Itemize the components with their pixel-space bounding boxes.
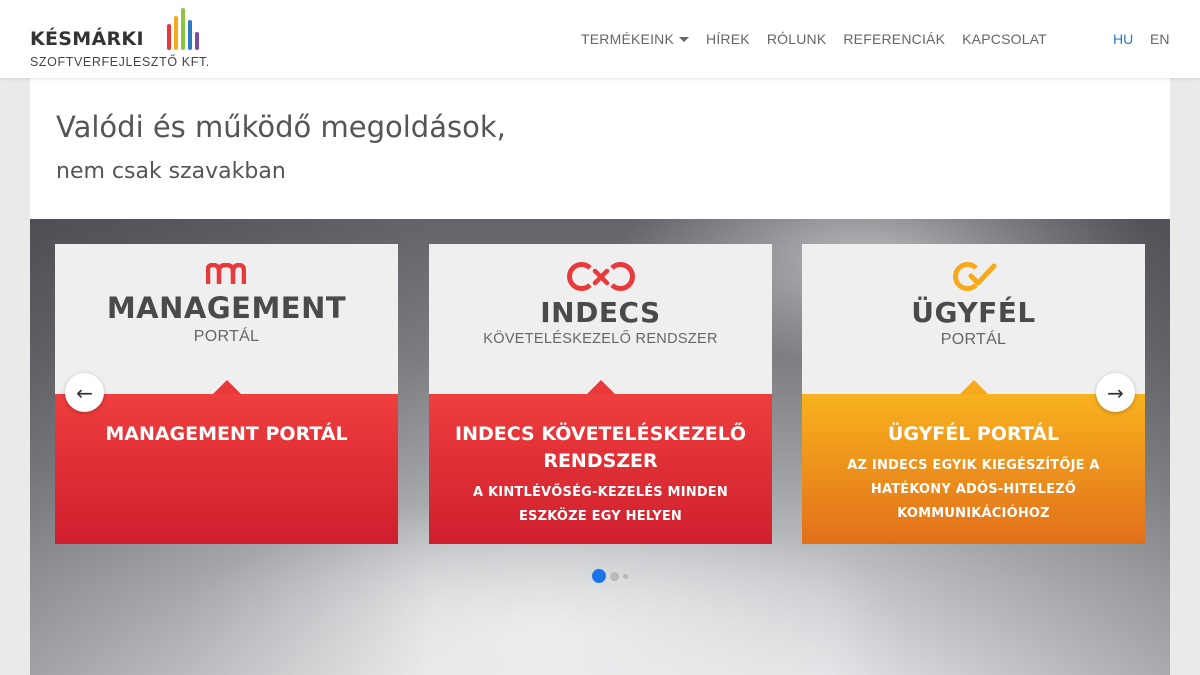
nav-item-hirek[interactable]: HÍREK [706, 31, 750, 47]
card-brand-sub: PORTÁL [193, 328, 260, 345]
carousel-indicators [592, 569, 632, 583]
carousel-card-indecs[interactable]: INDECS KÖVETELÉSKEZELŐ RENDSZER INDECS K… [429, 244, 772, 544]
card-title: ÜGYFÉL PORTÁL [887, 423, 1060, 445]
carousel-dot-3[interactable] [623, 573, 628, 579]
site-header: KÉSMÁRKI SZOFTVERFEJLESZTŐ KFT. TERMÉKEI… [0, 0, 1200, 78]
carousel-dot-2[interactable] [610, 571, 619, 581]
nav-item-termekeink[interactable]: TERMÉKEINK [581, 31, 690, 47]
card-caption: MANAGEMENT PORTÁL [55, 380, 398, 544]
carousel-prev-button[interactable]: ← [65, 373, 104, 412]
company-logo[interactable]: KÉSMÁRKI SZOFTVERFEJLESZTŐ KFT. [30, 8, 230, 72]
card-brand-sub: PORTÁL [940, 331, 1007, 348]
main-nav: TERMÉKEINK HÍREK RÓLUNK REFERENCIÁK KAPC… [581, 31, 1064, 47]
card-logo-area: MANAGEMENT PORTÁL [55, 244, 398, 394]
card-brand: MANAGEMENT [106, 291, 347, 325]
card-title: MANAGEMENT PORTÁL [105, 423, 348, 445]
carousel-card-ugyfel[interactable]: ÜGYFÉL PORTÁL ÜGYFÉL PORTÁL AZ INDECS EG… [802, 244, 1145, 544]
hero-subline: nem csak szavakban [56, 159, 286, 184]
arrow-right-icon: → [1107, 380, 1124, 405]
arrow-left-icon: ← [76, 380, 93, 405]
card-brand: INDECS [540, 296, 661, 329]
card-title: INDECS KÖVETELÉSKEZELŐ RENDSZER [455, 423, 746, 472]
content-panel: Valódi és működő megoldások, nem csak sz… [30, 78, 1170, 675]
card-brand: ÜGYFÉL [911, 296, 1036, 329]
nav-item-referenciak[interactable]: REFERENCIÁK [843, 31, 945, 47]
carousel-dot-1[interactable] [592, 569, 606, 583]
nav-item-kapcsolat[interactable]: KAPCSOLAT [962, 31, 1047, 47]
product-carousel: MANAGEMENT PORTÁL MANAGEMENT PORTÁL INDE… [30, 219, 1170, 675]
management-logo-icon [206, 263, 246, 284]
card-logo-area: INDECS KÖVETELÉSKEZELŐ RENDSZER [429, 244, 772, 394]
logo-bars-icon [165, 8, 205, 50]
logo-name: KÉSMÁRKI [30, 28, 144, 50]
lang-en-link[interactable]: EN [1150, 31, 1169, 47]
card-caption: ÜGYFÉL PORTÁL AZ INDECS EGYIK KIEGÉSZÍTŐ… [802, 380, 1145, 544]
nav-item-label: TERMÉKEINK [581, 31, 675, 47]
card-logo-area: ÜGYFÉL PORTÁL [802, 244, 1145, 394]
card-brand-sub: KÖVETELÉSKEZELŐ RENDSZER [483, 331, 718, 347]
card-description: A KINTLÉVŐSÉG-KEZELÉS MINDEN ESZKÖZE EGY… [473, 485, 728, 524]
card-description: AZ INDECS EGYIK KIEGÉSZÍTŐJE A HATÉKONY … [847, 458, 1100, 521]
carousel-next-button[interactable]: → [1096, 373, 1135, 412]
card-caption: INDECS KÖVETELÉSKEZELŐ RENDSZER A KINTLÉ… [429, 380, 772, 544]
caret-down-icon [679, 37, 690, 42]
ugyfel-logo-icon [953, 262, 997, 291]
logo-subtitle: SZOFTVERFEJLESZTŐ KFT. [30, 55, 210, 69]
nav-item-rolunk[interactable]: RÓLUNK [767, 31, 827, 47]
carousel-card-management[interactable]: MANAGEMENT PORTÁL MANAGEMENT PORTÁL [55, 244, 398, 544]
hero-headline: Valódi és működő megoldások, [56, 110, 506, 144]
lang-hu-link[interactable]: HU [1113, 31, 1133, 47]
indecs-logo-icon [567, 262, 635, 291]
